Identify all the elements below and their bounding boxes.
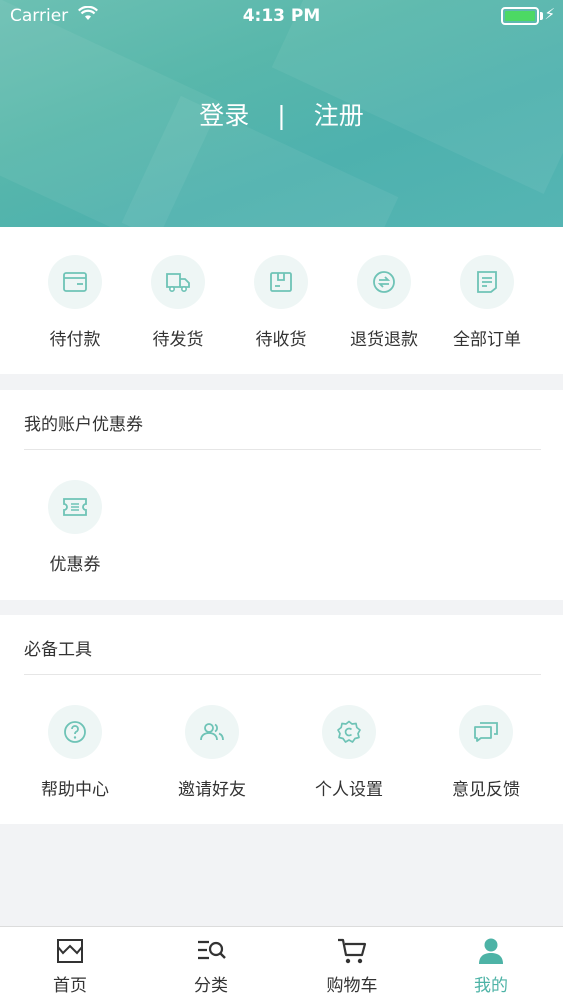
feedback-entry[interactable]: 意见反馈 xyxy=(436,705,536,800)
tab-label: 分类 xyxy=(194,976,228,996)
help-center-entry[interactable]: 帮助中心 xyxy=(25,705,125,800)
coupon-label: 优惠券 xyxy=(49,555,101,575)
auth-separator: | xyxy=(277,101,286,130)
order-pending-shipment[interactable]: 待发货 xyxy=(128,255,228,350)
tool-label: 邀请好友 xyxy=(178,780,246,800)
battery-tip xyxy=(540,12,543,20)
tab-category[interactable]: 分类 xyxy=(166,937,256,996)
package-icon xyxy=(254,255,308,309)
orders-section: 待付款 待发货 待收货 退货退款 全部订单 xyxy=(0,227,563,374)
tab-mine[interactable]: 我的 xyxy=(446,937,536,996)
friends-icon xyxy=(185,705,239,759)
home-store-icon xyxy=(55,939,85,969)
charging-icon: ⚡ xyxy=(544,5,555,23)
order-label: 待发货 xyxy=(152,330,204,350)
tab-label: 首页 xyxy=(53,976,87,996)
orders-list-icon xyxy=(460,255,514,309)
auth-links: 登录 | 注册 xyxy=(0,96,563,132)
order-pending-payment[interactable]: 待付款 xyxy=(25,255,125,350)
profile-icon xyxy=(476,938,506,969)
status-bar: Carrier 4:13 PM ⚡ xyxy=(0,0,563,32)
order-refund[interactable]: 退货退款 xyxy=(334,255,434,350)
account-coupon-section: 我的账户优惠券 优惠券 xyxy=(0,390,563,600)
clock: 4:13 PM xyxy=(242,6,321,26)
order-label: 待付款 xyxy=(49,330,101,350)
feedback-icon xyxy=(459,705,513,759)
category-search-icon xyxy=(195,940,227,969)
invite-friends-entry[interactable]: 邀请好友 xyxy=(162,705,262,800)
register-link[interactable]: 注册 xyxy=(314,96,364,132)
refund-icon xyxy=(357,255,411,309)
settings-icon xyxy=(322,705,376,759)
section-title: 我的账户优惠券 xyxy=(24,415,143,435)
tab-label: 我的 xyxy=(474,976,508,996)
section-title: 必备工具 xyxy=(24,640,92,660)
tab-bar: 首页 分类 购物车 我的 xyxy=(0,926,563,1000)
order-label: 全部订单 xyxy=(453,330,521,350)
help-icon xyxy=(48,705,102,759)
wallet-icon xyxy=(48,255,102,309)
tab-home[interactable]: 首页 xyxy=(25,937,115,996)
personal-settings-entry[interactable]: 个人设置 xyxy=(299,705,399,800)
tool-label: 帮助中心 xyxy=(41,780,109,800)
divider xyxy=(24,674,541,675)
tab-label: 购物车 xyxy=(326,976,378,996)
order-label: 退货退款 xyxy=(350,330,418,350)
order-pending-receipt[interactable]: 待收货 xyxy=(231,255,331,350)
divider xyxy=(24,449,541,450)
profile-header: Carrier 4:13 PM ⚡ 登录 | 注册 xyxy=(0,0,563,227)
order-all[interactable]: 全部订单 xyxy=(437,255,537,350)
order-label: 待收货 xyxy=(255,330,307,350)
coupon-entry[interactable]: 优惠券 xyxy=(25,480,125,575)
truck-icon xyxy=(151,255,205,309)
ticket-icon xyxy=(48,480,102,534)
tool-label: 意见反馈 xyxy=(452,780,520,800)
tools-section: 必备工具 帮助中心 邀请好友 个人设置 意见反馈 xyxy=(0,615,563,824)
tool-label: 个人设置 xyxy=(315,780,383,800)
tab-cart[interactable]: 购物车 xyxy=(307,937,397,996)
cart-icon xyxy=(336,938,368,969)
login-link[interactable]: 登录 xyxy=(199,96,249,132)
battery-icon xyxy=(501,7,539,25)
